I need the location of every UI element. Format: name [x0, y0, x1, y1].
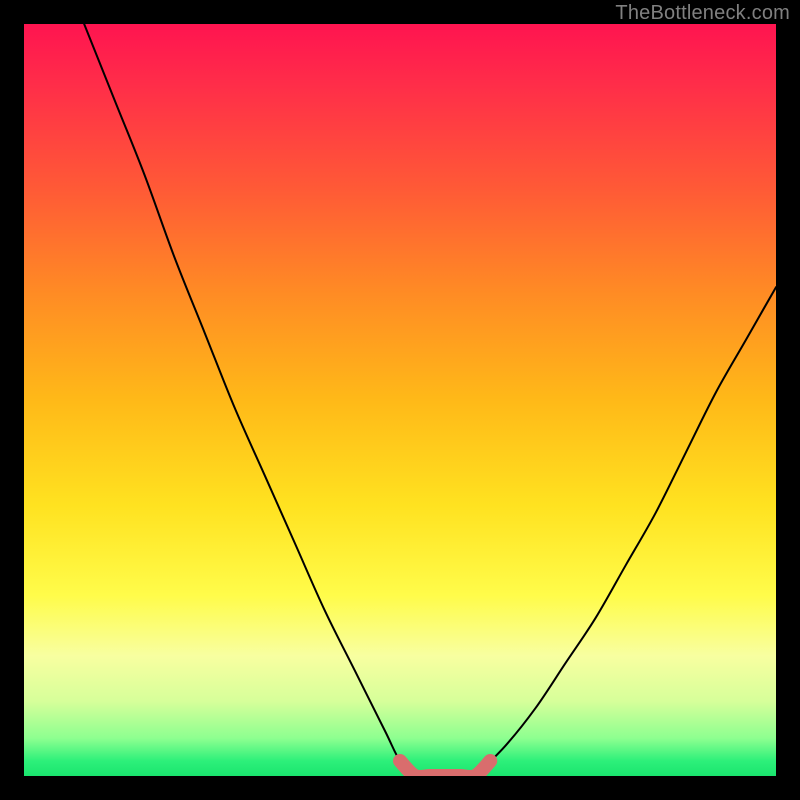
plot-area: [24, 24, 776, 776]
watermark-text: TheBottleneck.com: [615, 2, 790, 25]
curve-overlay: [24, 24, 776, 776]
curve-layer: [84, 24, 776, 776]
left-branch-line: [84, 24, 415, 776]
trough-marker-line: [400, 761, 490, 776]
chart-stage: TheBottleneck.com: [0, 0, 800, 800]
right-branch-line: [475, 287, 776, 776]
trough-marker: [400, 761, 490, 776]
